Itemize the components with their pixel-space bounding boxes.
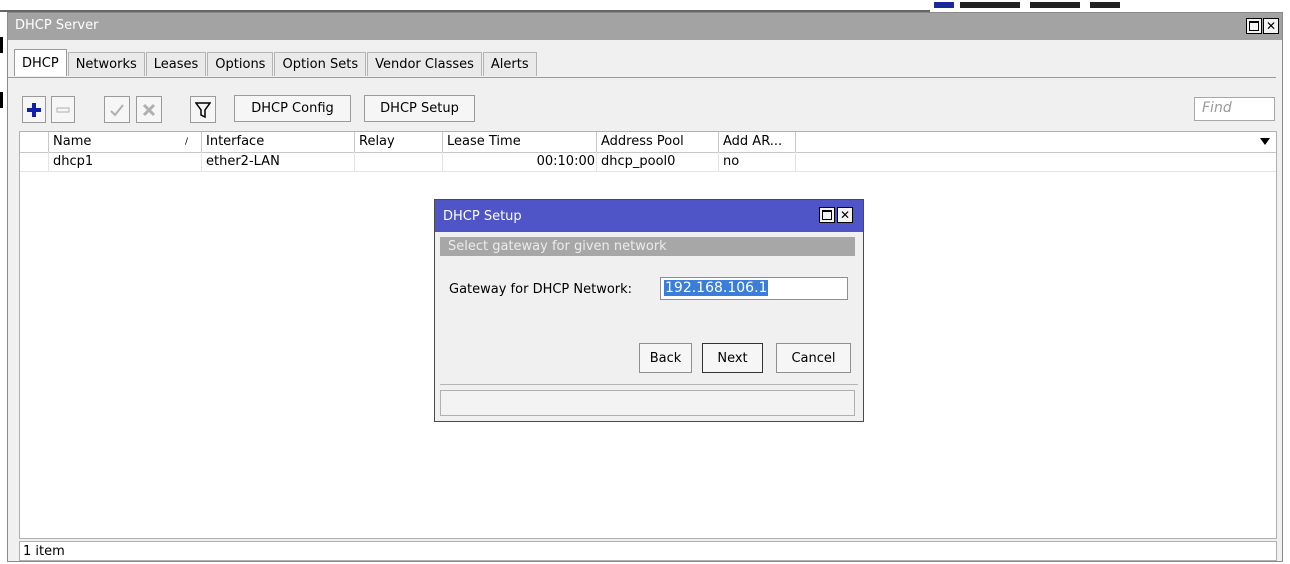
find-input[interactable]: Find	[1194, 97, 1275, 121]
column-label: Lease Time	[447, 134, 521, 149]
gateway-input[interactable]: 192.168.106.1	[660, 277, 848, 300]
tab-leases[interactable]: Leases	[145, 52, 207, 76]
cell-text: 00:10:00	[536, 154, 595, 169]
cell-interface: ether2-LAN	[202, 152, 355, 171]
remove-button[interactable]	[51, 96, 75, 123]
tab-networks[interactable]: Networks	[67, 52, 145, 76]
cell-text: no	[723, 154, 740, 169]
cell-relay	[355, 152, 443, 171]
remove-icon	[56, 107, 70, 112]
column-label: Name	[53, 134, 92, 149]
table-row[interactable]: dhcp1 ether2-LAN 00:10:00 dhcp_pool0 no	[20, 152, 1276, 172]
filter-button[interactable]	[190, 96, 216, 123]
button-label: Back	[649, 350, 682, 366]
tab-label: Options	[215, 57, 266, 72]
back-button[interactable]: Back	[639, 343, 692, 373]
column-header-address-pool[interactable]: Address Pool	[597, 132, 719, 152]
cell-address-pool: dhcp_pool0	[597, 152, 719, 171]
disable-button[interactable]	[136, 96, 162, 123]
cell-text: ether2-LAN	[206, 154, 280, 169]
add-button[interactable]	[22, 96, 46, 123]
close-icon: ✕	[1265, 19, 1277, 33]
background-mark	[0, 92, 3, 108]
filter-icon	[195, 101, 211, 118]
tab-label: Leases	[153, 57, 199, 72]
cell-lease-time: 00:10:00	[443, 152, 597, 171]
maximize-button[interactable]	[1246, 18, 1262, 34]
disable-icon	[142, 103, 156, 116]
dialog-close-button[interactable]: ✕	[837, 207, 853, 223]
enable-icon	[110, 103, 124, 116]
column-label: Interface	[206, 134, 265, 149]
find-placeholder: Find	[1202, 100, 1232, 116]
add-icon	[27, 102, 41, 117]
tab-option-sets[interactable]: Option Sets	[274, 52, 367, 76]
column-header-add-arp[interactable]: Add AR...	[719, 132, 796, 152]
tab-divider	[8, 77, 1276, 78]
column-header-lease-time[interactable]: Lease Time	[443, 132, 597, 152]
tab-bar: DHCP Networks Leases Options Option Sets…	[14, 49, 538, 77]
dialog-titlebar[interactable]: DHCP Setup ✕	[435, 200, 863, 232]
column-header-relay[interactable]: Relay	[355, 132, 443, 152]
dialog-status-bar	[440, 390, 855, 416]
tab-label: Networks	[75, 57, 137, 72]
row-marker-column	[20, 132, 49, 152]
tab-dhcp[interactable]: DHCP	[14, 49, 67, 76]
dialog-divider	[440, 384, 858, 385]
maximize-icon	[1249, 21, 1259, 31]
window-title: DHCP Server	[15, 18, 99, 33]
close-icon: ✕	[839, 208, 851, 222]
column-label: Address Pool	[601, 134, 684, 149]
item-count: 1 item	[23, 544, 65, 559]
cell-add-arp: no	[719, 152, 796, 171]
gateway-value: 192.168.106.1	[664, 280, 769, 296]
tab-vendor-classes[interactable]: Vendor Classes	[367, 52, 482, 76]
column-header-name[interactable]: Name /	[49, 132, 202, 152]
dialog-title: DHCP Setup	[443, 209, 522, 224]
dhcp-config-label: DHCP Config	[251, 101, 334, 116]
gateway-label: Gateway for DHCP Network:	[449, 282, 633, 297]
tab-label: Option Sets	[282, 57, 359, 72]
dhcp-setup-dialog: DHCP Setup ✕ Select gateway for given ne…	[434, 199, 864, 422]
status-bar: 1 item	[19, 541, 1277, 561]
column-header-interface[interactable]: Interface	[202, 132, 355, 152]
background-window-strip	[930, 0, 1170, 10]
close-button[interactable]: ✕	[1263, 18, 1279, 34]
dialog-subtitle: Select gateway for given network	[440, 237, 855, 256]
window-titlebar[interactable]: DHCP Server ✕	[8, 13, 1282, 40]
dhcp-setup-label: DHCP Setup	[380, 101, 459, 116]
cell-marker	[20, 152, 49, 171]
cell-name: dhcp1	[49, 152, 202, 171]
maximize-icon	[822, 210, 832, 220]
background-mark	[0, 37, 3, 53]
tab-label: DHCP	[22, 55, 59, 71]
tab-label: Vendor Classes	[375, 57, 474, 72]
tab-label: Alerts	[490, 57, 529, 72]
table-header: Name / Interface Relay Lease Time Addres…	[20, 132, 1276, 153]
tab-options[interactable]: Options	[207, 52, 274, 76]
dialog-maximize-button[interactable]	[819, 207, 835, 223]
sort-indicator-icon: /	[185, 137, 189, 147]
enable-button[interactable]	[104, 96, 130, 123]
cancel-button[interactable]: Cancel	[776, 343, 851, 373]
button-label: Next	[717, 350, 748, 366]
column-label: Relay	[359, 134, 395, 149]
tab-alerts[interactable]: Alerts	[482, 52, 537, 76]
cell-text: dhcp_pool0	[601, 154, 676, 169]
column-label: Add AR...	[723, 134, 783, 149]
cell-text: dhcp1	[53, 154, 94, 169]
dhcp-config-button[interactable]: DHCP Config	[234, 95, 351, 122]
column-menu-chevron-down-icon[interactable]	[1260, 138, 1270, 145]
next-button[interactable]: Next	[702, 343, 763, 373]
button-label: Cancel	[791, 350, 836, 366]
dhcp-setup-button[interactable]: DHCP Setup	[364, 95, 475, 122]
